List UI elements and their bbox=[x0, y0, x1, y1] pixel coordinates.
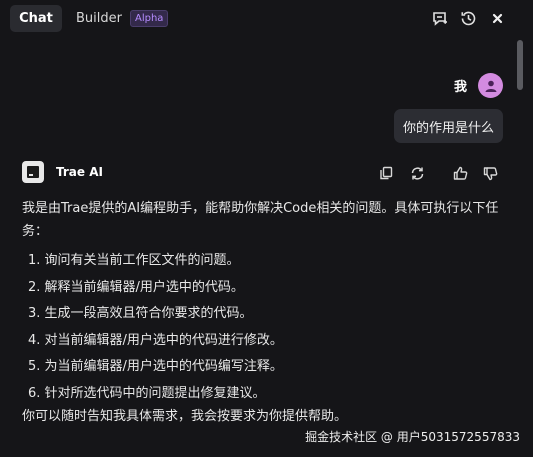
new-chat-icon[interactable] bbox=[429, 8, 449, 28]
copy-icon[interactable] bbox=[376, 163, 396, 183]
thumbs-down-icon[interactable] bbox=[480, 163, 500, 183]
ai-outro-text: 你可以随时告知我具体需求，我会按要求为你提供帮助。 bbox=[22, 409, 348, 424]
list-item: 2. 解释当前编辑器/用户选中的代码。 bbox=[28, 279, 244, 295]
history-icon[interactable] bbox=[458, 8, 478, 28]
watermark: 掘金技术社区 @ 用户5031572557833 bbox=[305, 430, 520, 444]
regenerate-icon[interactable] bbox=[407, 163, 427, 183]
ai-task-list: 1. 询问有关当前工作区文件的问题。 2. 解释当前编辑器/用户选中的代码。 3… bbox=[22, 248, 512, 407]
user-name: 我 bbox=[453, 80, 467, 95]
scrollbar-thumb[interactable] bbox=[517, 40, 523, 90]
user-message-header: 我 bbox=[454, 73, 503, 98]
top-bar: Chat Builder Alpha bbox=[0, 0, 533, 36]
ai-message-header: Trae AI bbox=[22, 161, 103, 183]
tab-builder-label: Builder bbox=[76, 11, 122, 26]
ai-message-body: 我是由Trae提供的AI编程助手，能帮助你解决Code相关的问题。具体可执行以下… bbox=[22, 197, 512, 427]
ai-name: Trae AI bbox=[56, 165, 103, 179]
top-toolbar bbox=[429, 8, 507, 28]
user-message-bubble: 你的作用是什么 bbox=[393, 109, 503, 143]
ai-message-actions bbox=[376, 163, 506, 183]
list-item: 4. 对当前编辑器/用户选中的代码进行修改。 bbox=[28, 332, 283, 348]
list-item: 6. 针对所选代码中的问题提出修复建议。 bbox=[28, 385, 266, 401]
list-item: 5. 为当前编辑器/用户选中的代码编写注释。 bbox=[28, 359, 283, 374]
ai-intro-text: 我是由Trae提供的AI编程助手，能帮助你解决Code相关的问题。具体可执行以下… bbox=[22, 201, 499, 239]
list-item: 3. 生成一段高效且符合你要求的代码。 bbox=[28, 306, 253, 321]
alpha-badge: Alpha bbox=[129, 10, 169, 27]
user-icon bbox=[485, 80, 496, 92]
close-icon[interactable] bbox=[487, 8, 507, 28]
trae-logo bbox=[22, 161, 44, 183]
tab-chat[interactable]: Chat bbox=[10, 5, 62, 32]
list-item: 1. 询问有关当前工作区文件的问题。 bbox=[28, 253, 240, 268]
tab-builder[interactable]: Builder Alpha bbox=[76, 5, 169, 32]
user-avatar bbox=[478, 73, 503, 98]
thumbs-up-icon[interactable] bbox=[450, 163, 470, 183]
